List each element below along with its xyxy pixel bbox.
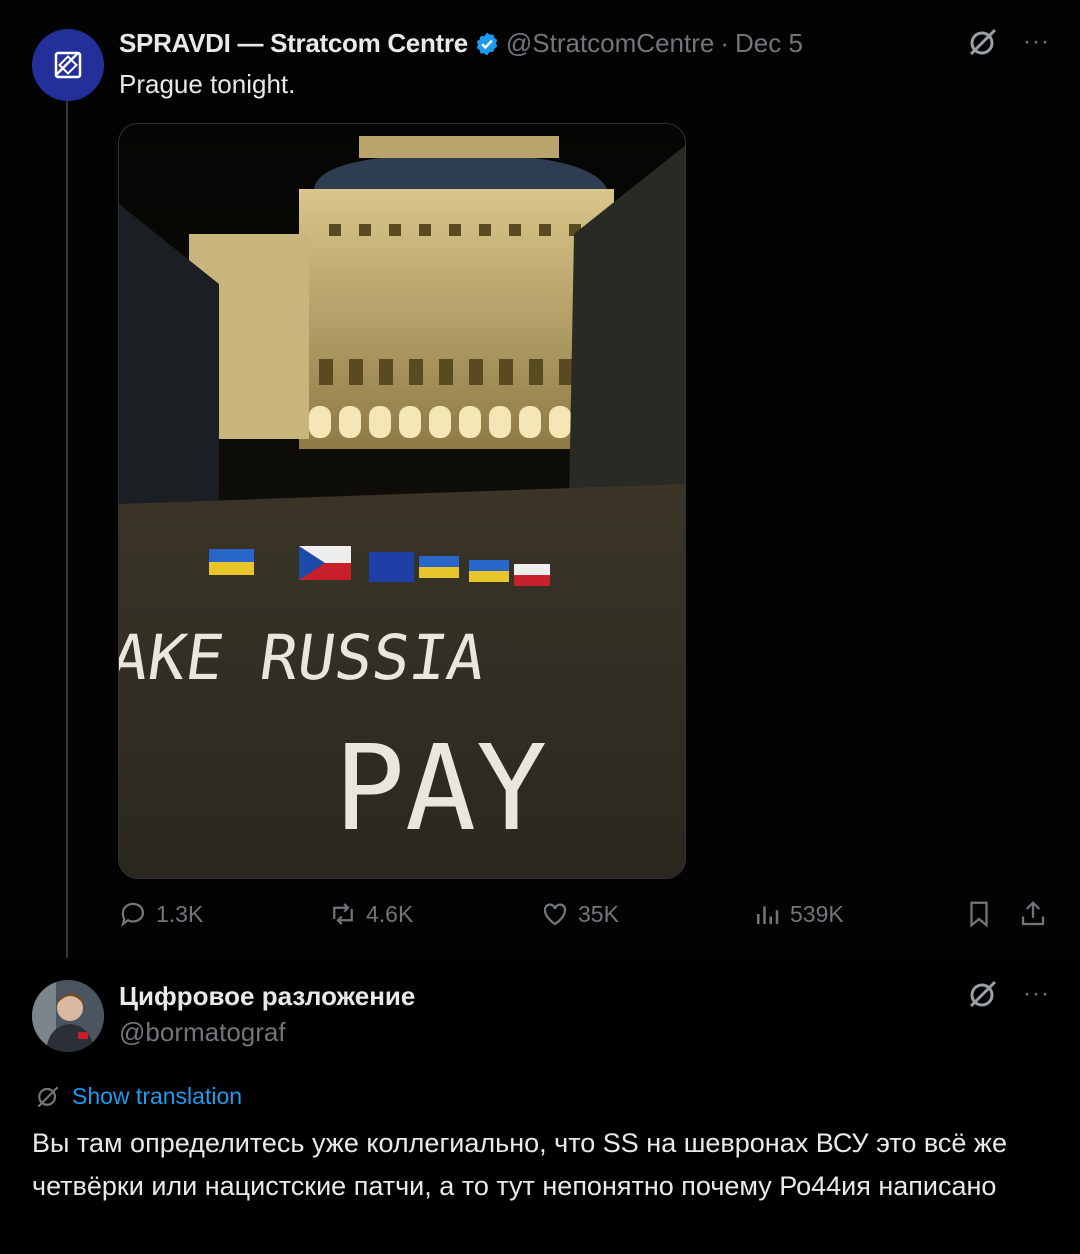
tweet-original[interactable]: SPRAVDI — Stratcom Centre @StratcomCentr… [0, 0, 1080, 960]
reply-icon [121, 902, 145, 927]
prague-theatre-photo: MAKE RUSSIA PAY [119, 124, 685, 878]
share-icon [1021, 901, 1045, 926]
tweet-text: Вы там определитесь уже коллегиально, чт… [32, 1128, 1007, 1201]
verified-icon [476, 32, 498, 55]
profile-photo [32, 980, 104, 1052]
views-button[interactable]: 539K [752, 899, 844, 929]
grok-icon[interactable] [967, 978, 999, 1010]
author-handle[interactable]: @bormatograf [119, 1017, 286, 1048]
tweet-actions: 1.3K 4.6K 35K 539K [118, 899, 1052, 939]
author-name[interactable]: SPRAVDI — Stratcom Centre [119, 28, 468, 59]
grok-icon[interactable] [967, 26, 999, 58]
more-icon[interactable]: ··· [1023, 980, 1050, 1008]
thread-line [66, 100, 68, 960]
tweet-reply[interactable]: Цифровое разложение @bormatograf ··· Sho… [0, 958, 1080, 1254]
avatar-spravdi[interactable] [32, 29, 104, 101]
bookmark-icon [970, 901, 988, 928]
bookmark-button[interactable] [964, 899, 994, 929]
tweet-photo[interactable]: MAKE RUSSIA PAY [118, 123, 686, 879]
like-button[interactable]: 35K [540, 899, 619, 929]
repost-button[interactable]: 4.6K [328, 899, 413, 929]
views-icon [757, 906, 779, 924]
like-count: 35K [578, 900, 619, 927]
translate-icon [37, 1086, 59, 1108]
show-translation-label[interactable]: Show translation [72, 1083, 242, 1110]
avatar-bormatograf[interactable] [32, 980, 104, 1052]
views-count: 539K [790, 900, 844, 927]
more-icon[interactable]: ··· [1023, 28, 1050, 56]
author-name[interactable]: Цифровое разложение [119, 981, 415, 1012]
share-button[interactable] [1018, 899, 1048, 929]
tweet-top-icons: ··· [967, 26, 1050, 58]
tweet-text: Prague tonight. [119, 69, 296, 99]
separator: · [720, 28, 730, 58]
tweet-date[interactable]: Dec 5 [735, 28, 803, 59]
tweet-header: SPRAVDI — Stratcom Centre @StratcomCentr… [119, 28, 803, 59]
reply-button[interactable]: 1.3K [118, 899, 203, 929]
repost-count: 4.6K [366, 900, 414, 927]
repost-icon [333, 903, 353, 925]
photo-line2: PAY [334, 719, 547, 857]
like-icon [543, 903, 567, 926]
author-handle[interactable]: @StratcomCentre [506, 28, 714, 59]
photo-line1: MAKE RUSSIA [119, 621, 490, 694]
tweet-top-icons: ··· [967, 978, 1050, 1010]
show-translation-link[interactable]: Show translation [34, 1082, 242, 1110]
reply-count: 1.3K [156, 900, 204, 927]
spravdi-logo-icon [54, 51, 82, 79]
